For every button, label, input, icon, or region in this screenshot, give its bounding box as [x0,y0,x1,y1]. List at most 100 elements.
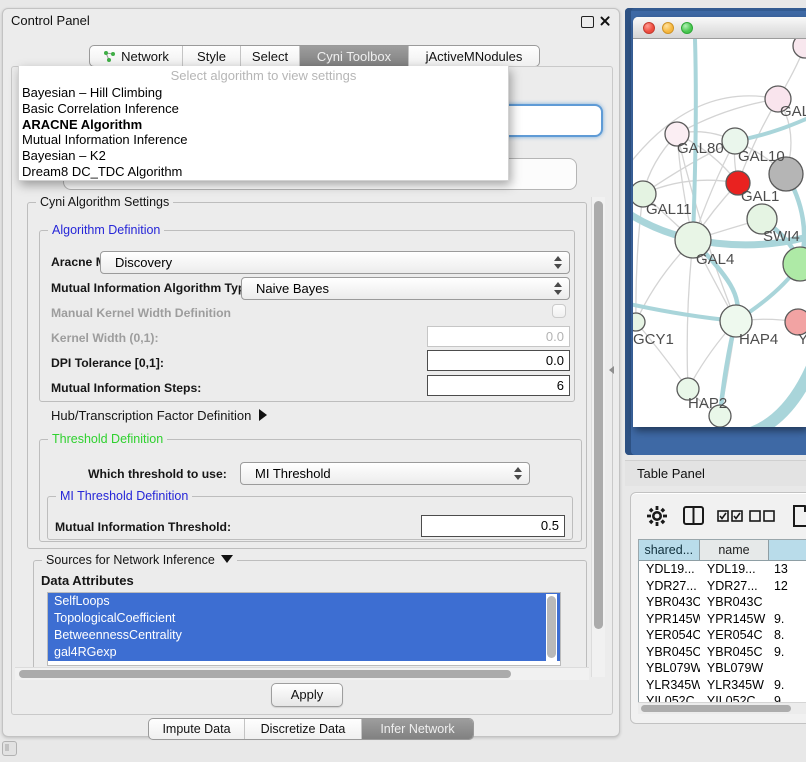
table-horizontal-scrollbar[interactable] [638,702,806,714]
table-panel-title: Table Panel [637,466,705,481]
hub-definition-label: Hub/Transcription Factor Definition [51,408,251,423]
zoom-traffic-light-icon[interactable] [681,22,693,34]
node-gcy1[interactable] [633,313,645,331]
table-cell[interactable]: 13 [770,561,806,578]
table-cell[interactable]: 12 [770,578,806,595]
mi-threshold-field[interactable]: 0.5 [421,515,565,537]
control-panel-window: Control Panel Network Style Select Cyni … [2,8,620,737]
column-header[interactable]: name [700,540,770,561]
algorithm-option[interactable]: Basic Correlation Inference [19,101,508,117]
clear-selection-icon[interactable] [749,510,775,522]
tab-infer-network[interactable]: Infer Network [361,719,473,739]
mi-type-combo[interactable]: Naive Bayes [241,277,570,300]
column-header[interactable] [769,540,806,561]
network-canvas[interactable]: GALGAL80GAL10GAL1GAL11SWI4GAL4GCY1HAP4YH… [633,39,806,427]
dpi-tolerance-label: DPI Tolerance [0,1]: [51,356,164,370]
scrollbar-thumb[interactable] [547,596,556,658]
columns-icon[interactable] [683,506,704,525]
table-cell[interactable]: YLR345W [700,677,770,694]
tab-select[interactable]: Select [240,46,299,66]
apply-button[interactable]: Apply [271,683,343,707]
tab-network[interactable]: Network [90,46,182,66]
attribute-item[interactable]: SelfLoops [48,593,560,610]
table-cell[interactable] [770,594,806,611]
table-cell[interactable]: YPR145W [639,611,700,628]
table-cell[interactable]: 9. [770,677,806,694]
node-gal80-label: GAL80 [677,140,724,157]
gear-icon[interactable] [647,506,667,526]
table-cell[interactable]: YBL079W [639,660,700,677]
algorithm-option[interactable]: ARACNE Algorithm [19,117,508,133]
node-green-right[interactable] [783,247,806,281]
table-cell[interactable]: YER054C [700,627,770,644]
table-cell[interactable]: YBR043C [639,594,700,611]
column-header[interactable]: shared... [639,540,700,561]
table-row[interactable]: YBR043CYBR043C [639,594,806,611]
settings-horizontal-scrollbar[interactable] [15,667,589,680]
table-cell[interactable]: YLR345W [639,677,700,694]
table-cell[interactable]: YBR045C [639,644,700,661]
scrollbar-thumb[interactable] [19,670,511,678]
application-root: Control Panel Network Style Select Cyni … [0,0,806,762]
table-cell[interactable]: YBL079W [700,660,770,677]
tab-label: Infer Network [380,722,454,736]
table-row[interactable]: YPR145WYPR145W9. [639,611,806,628]
table-cell[interactable]: YDR27... [700,578,770,595]
table-cell[interactable]: YDR27... [639,578,700,595]
table-cell[interactable] [770,660,806,677]
scrollbar-thumb[interactable] [641,705,791,712]
algorithm-option[interactable]: Mutual Information Inference [19,132,508,148]
table-row[interactable]: YER054CYER054C8. [639,627,806,644]
aracne-mode-combo[interactable]: Discovery [100,251,570,274]
node-topright[interactable] [793,39,806,58]
table-cell[interactable]: 9. [770,644,806,661]
algorithm-option[interactable]: Bayesian – Hill Climbing [19,85,508,101]
settings-vertical-scrollbar[interactable] [591,197,605,677]
float-icon[interactable] [581,16,594,28]
tab-cyni-toolbox[interactable]: Cyni Toolbox [299,46,408,66]
attribute-item[interactable]: TopologicalCoefficient [48,610,560,627]
table-cell[interactable]: 8. [770,627,806,644]
table-row[interactable]: YBL079WYBL079W [639,660,806,677]
close-traffic-light-icon[interactable] [643,22,655,34]
tab-jactivemnodules[interactable]: jActiveMNodules [408,46,539,66]
tab-style[interactable]: Style [182,46,240,66]
dpi-tolerance-field[interactable]: 0.0 [427,350,570,371]
algorithm-option[interactable]: Bayesian – K2 [19,148,508,164]
table-row[interactable]: YDR27...YDR27...12 [639,578,806,595]
kernel-width-field[interactable]: 0.0 [427,326,570,347]
tab-discretize-data[interactable]: Discretize Data [244,719,361,739]
hub-definition-toggle[interactable]: Hub/Transcription Factor Definition [51,408,267,423]
table-cell[interactable]: YBR043C [700,594,770,611]
table-cell[interactable]: YDL19... [639,561,700,578]
data-attributes-list[interactable]: SelfLoopsTopologicalCoefficientBetweenne… [47,592,561,666]
close-icon[interactable] [598,14,611,27]
select-all-icon[interactable] [717,510,743,522]
tab-impute-data[interactable]: Impute Data [149,719,244,739]
table-row[interactable]: YLR345WYLR345W9. [639,677,806,694]
file-icon[interactable] [793,505,806,527]
table-cell[interactable]: YBR045C [700,644,770,661]
table-row[interactable]: YDL19...YDL19...13 [639,561,806,578]
tab-label: Cyni Toolbox [317,49,391,64]
collapsed-panel-icon[interactable] [2,741,17,756]
minimize-traffic-light-icon[interactable] [662,22,674,34]
group-title: Algorithm Definition [48,223,164,237]
table-cell[interactable]: 9. [770,611,806,628]
attribute-item[interactable]: BetweennessCentrality [48,627,560,644]
network-window-titlebar[interactable] [633,17,806,39]
which-threshold-combo[interactable]: MI Threshold [240,462,530,485]
table-cell[interactable]: YPR145W [700,611,770,628]
table-row[interactable]: YBR045CYBR045C9. [639,644,806,661]
mi-steps-field[interactable]: 6 [427,375,570,396]
sources-toggle[interactable]: Sources for Network Inference [42,553,237,567]
attributes-scrollbar[interactable] [546,594,557,662]
table-cell[interactable]: YER054C [639,627,700,644]
scrollbar-thumb[interactable] [594,201,603,629]
algorithm-option[interactable]: Dream8 DC_TDC Algorithm [19,164,508,180]
kernel-width-label: Kernel Width (0,1): [51,331,159,345]
panel-divider-arrow-icon[interactable] [609,366,614,374]
attribute-item[interactable]: gal4RGexp [48,644,560,661]
manual-kernel-checkbox[interactable] [552,304,566,318]
table-cell[interactable]: YDL19... [700,561,770,578]
